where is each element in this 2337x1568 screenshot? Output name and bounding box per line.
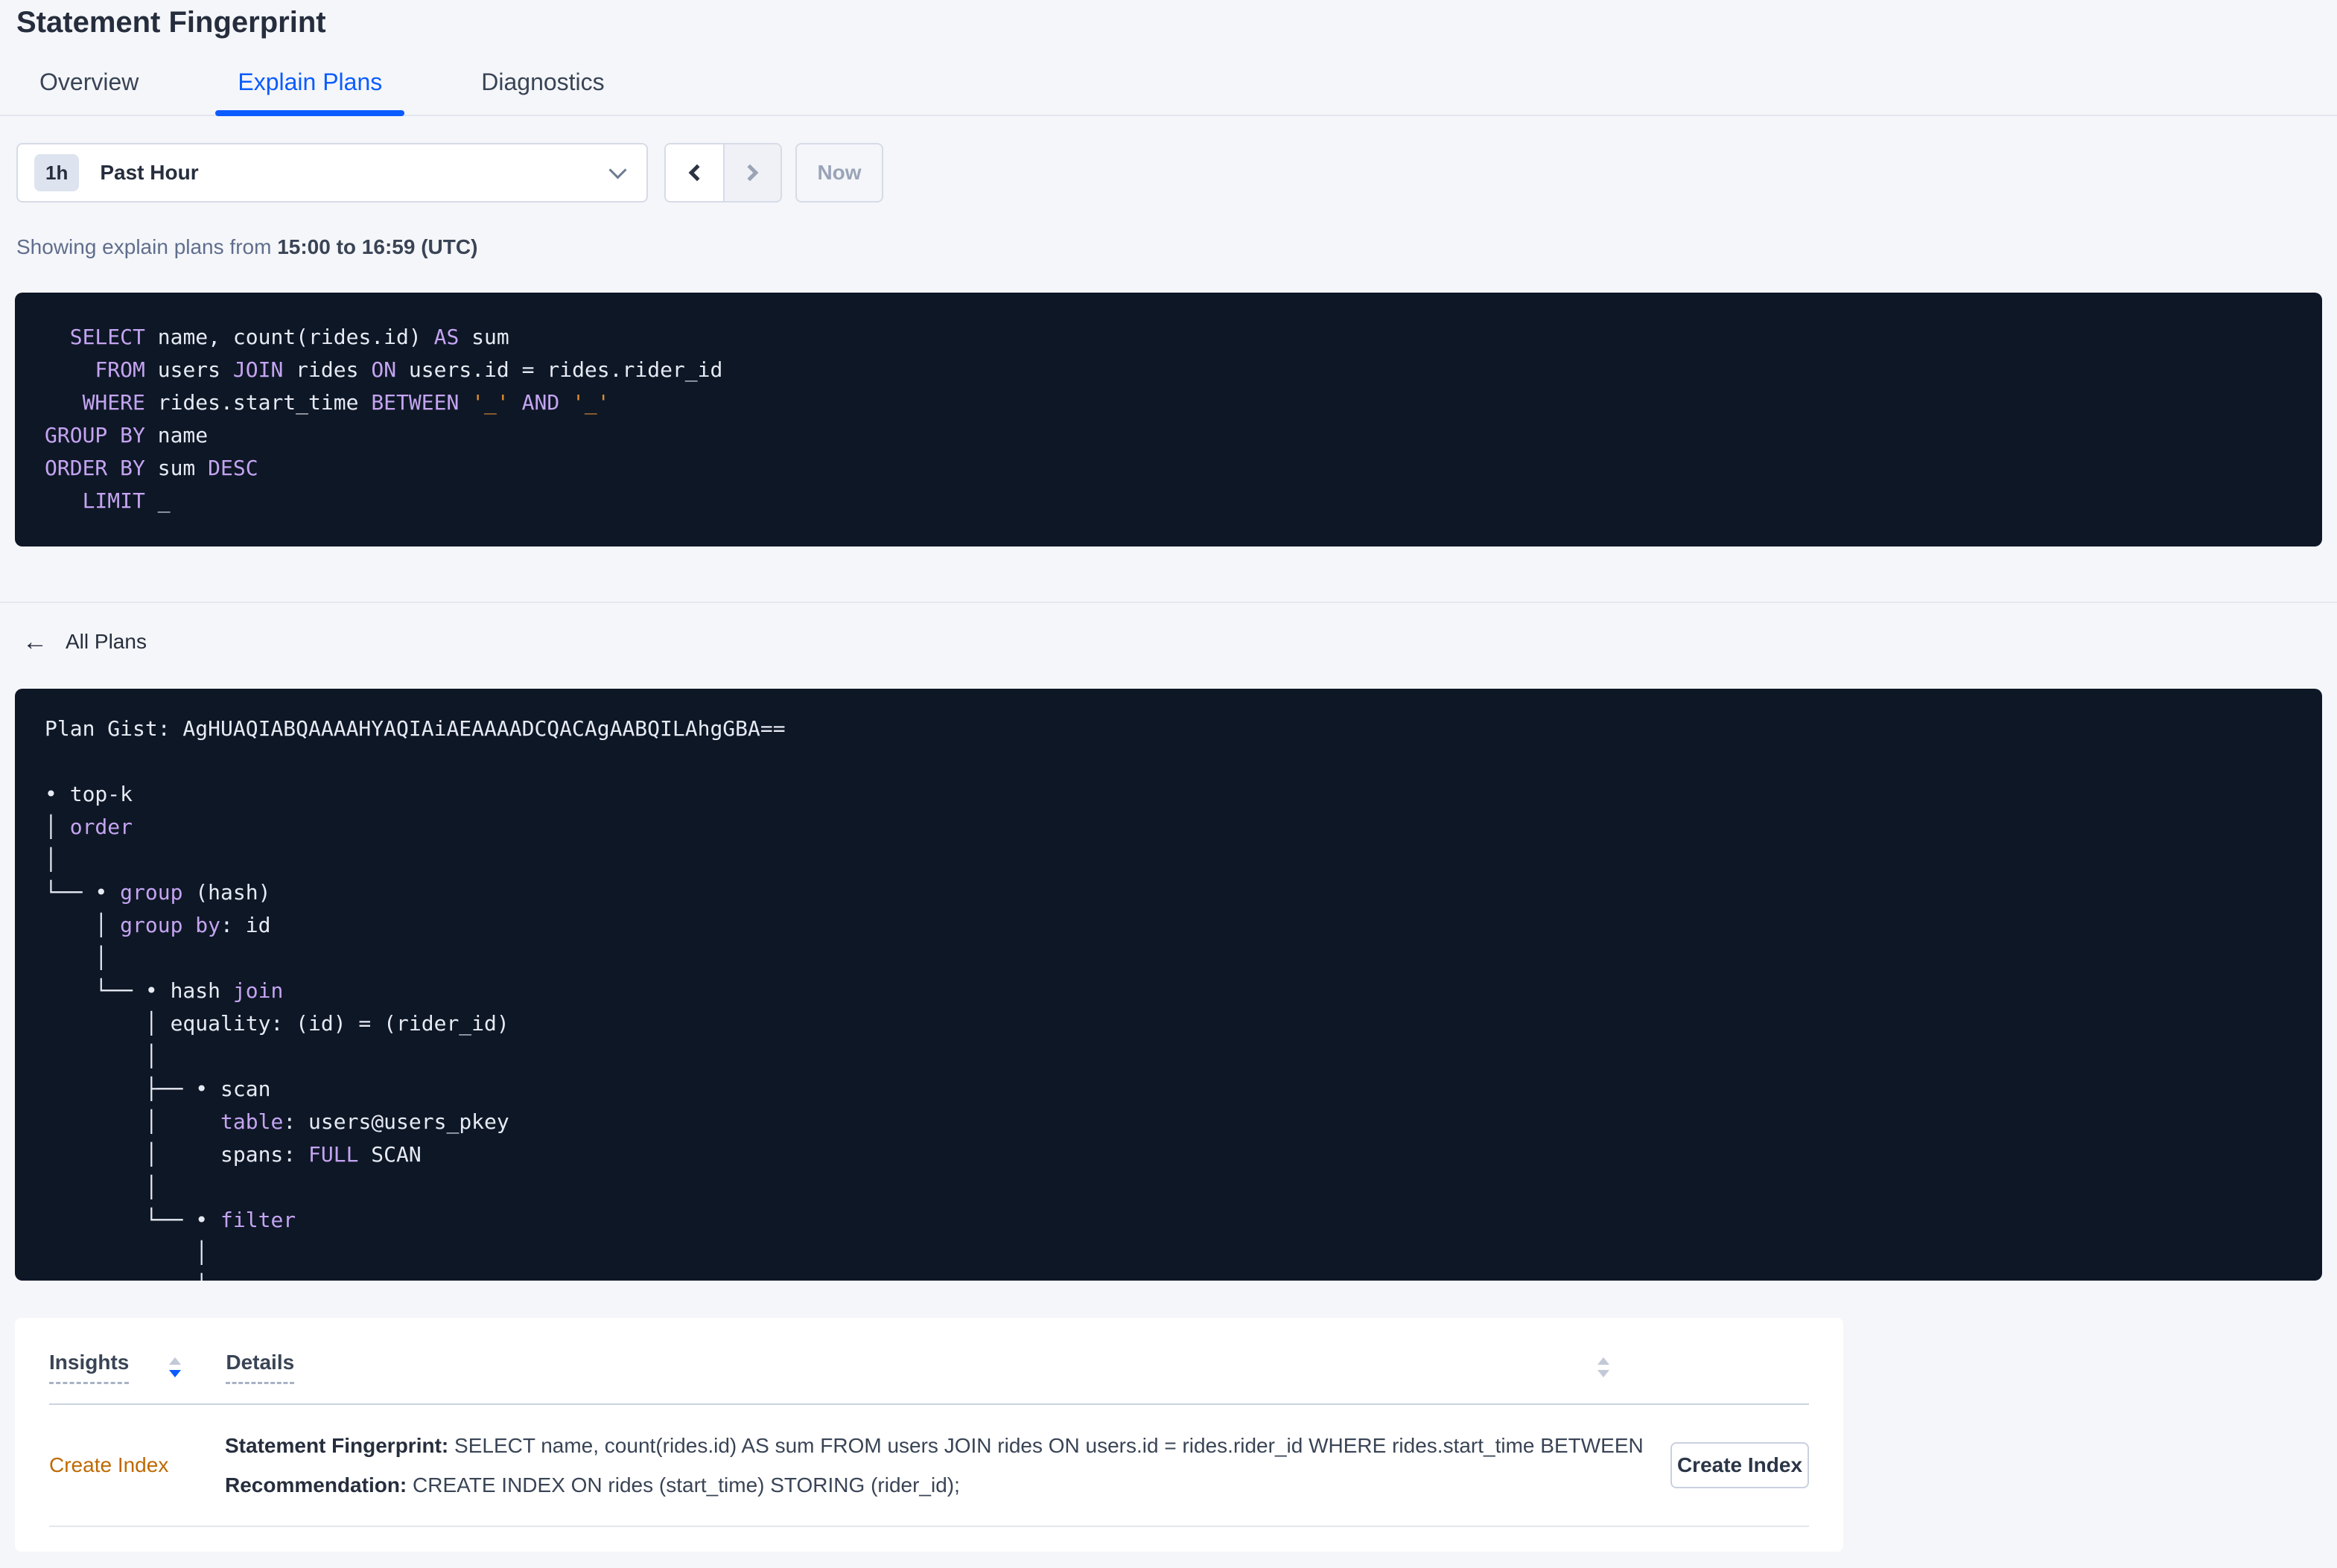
all-plans-label: All Plans xyxy=(66,630,147,653)
statement-fingerprint-text: SELECT name, count(rides.id) AS sum FROM… xyxy=(448,1434,1648,1457)
column-header-insights[interactable]: Insights xyxy=(49,1351,130,1384)
insight-details-cell: Statement Fingerprint: SELECT name, coun… xyxy=(225,1426,1648,1505)
sort-icon-details[interactable] xyxy=(1597,1357,1609,1377)
recommendation-label: Recommendation: xyxy=(225,1473,407,1497)
sort-icon-insights[interactable] xyxy=(169,1357,182,1377)
section-divider xyxy=(0,602,2337,603)
sort-up-triangle xyxy=(1597,1357,1609,1365)
time-nav-group xyxy=(664,143,782,203)
arrow-left-icon: ← xyxy=(22,628,48,656)
sort-down-triangle xyxy=(1597,1370,1609,1377)
column-header-details[interactable]: Details xyxy=(226,1351,295,1384)
sort-down-triangle xyxy=(169,1370,182,1377)
tab-bar: Overview Explain Plans Diagnostics xyxy=(0,68,2337,116)
plan-gist-code: Plan Gist: AgHUAQIABQAAAAHYAQIAiAEAAAADC… xyxy=(45,716,786,1281)
tab-explain-plans[interactable]: Explain Plans xyxy=(215,68,405,116)
insights-card-footer xyxy=(49,1527,1809,1552)
insights-card: Insights Details Create Index Statement … xyxy=(15,1318,1843,1552)
plan-gist-block: Plan Gist: AgHUAQIABQAAAAHYAQIAiAEAAAADC… xyxy=(15,689,2322,1281)
chevron-right-icon xyxy=(741,164,759,182)
detail-recommendation: Recommendation: CREATE INDEX ON rides (s… xyxy=(225,1465,1648,1505)
time-range-text: 15:00 to 16:59 (UTC) xyxy=(277,235,478,258)
page-title: Statement Fingerprint xyxy=(16,6,326,39)
time-range-badge: 1h xyxy=(34,154,80,191)
insight-type-link[interactable]: Create Index xyxy=(49,1453,225,1477)
insights-table-header: Insights Details xyxy=(49,1318,1809,1405)
sql-statement-code: SELECT name, count(rides.id) AS sum FROM… xyxy=(45,325,723,513)
sql-statement-block: SELECT name, count(rides.id) AS sum FROM… xyxy=(15,293,2322,546)
create-index-button[interactable]: Create Index xyxy=(1670,1442,1809,1488)
tab-overview[interactable]: Overview xyxy=(17,68,161,115)
time-controls: 1h Past Hour Now xyxy=(16,143,2321,203)
tab-diagnostics[interactable]: Diagnostics xyxy=(459,68,626,115)
chevron-down-icon xyxy=(608,160,627,179)
statement-fingerprint-label: Statement Fingerprint: xyxy=(225,1434,449,1457)
showing-prefix: Showing explain plans from xyxy=(16,235,278,258)
detail-statement: Statement Fingerprint: SELECT name, coun… xyxy=(225,1426,1648,1465)
now-button[interactable]: Now xyxy=(795,143,883,203)
time-range-label: Past Hour xyxy=(100,161,199,184)
all-plans-link[interactable]: ← All Plans xyxy=(22,627,147,657)
sort-up-triangle xyxy=(169,1357,182,1365)
recommendation-text: CREATE INDEX ON rides (start_time) STORI… xyxy=(407,1473,960,1497)
time-range-dropdown[interactable]: 1h Past Hour xyxy=(16,143,648,203)
chevron-left-icon xyxy=(688,164,706,182)
showing-text: Showing explain plans from 15:00 to 16:5… xyxy=(16,235,2321,259)
insight-table-row: Create Index Statement Fingerprint: SELE… xyxy=(49,1405,1809,1527)
prev-time-button[interactable] xyxy=(666,144,723,201)
next-time-button[interactable] xyxy=(723,144,780,201)
